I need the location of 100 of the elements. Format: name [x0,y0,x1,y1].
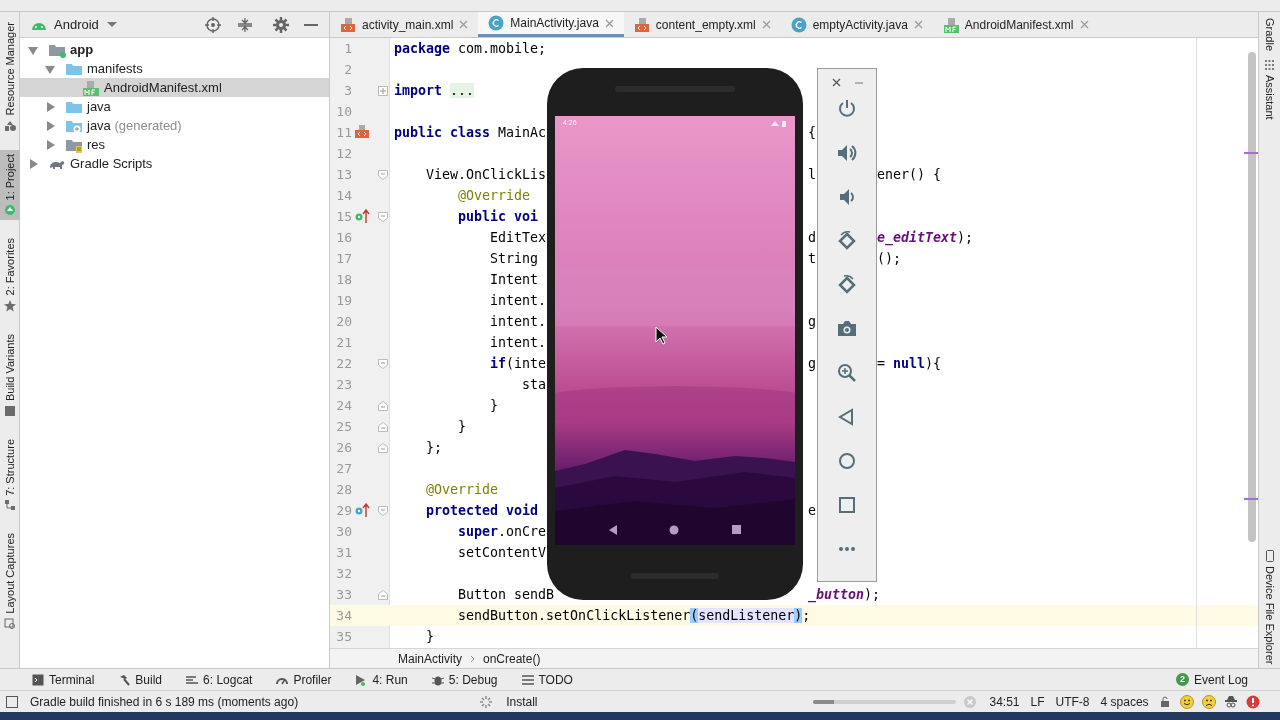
fold-marker-icon[interactable] [378,589,388,600]
tool-window-button[interactable]: 5: Debug [431,670,498,689]
expand-arrow-icon[interactable] [28,44,38,55]
code-text: = null){ [877,354,942,373]
editor-tab[interactable]: AndroidManifest.xml [932,12,1099,37]
line-number: 2 [343,60,352,79]
tree-item[interactable]: AndroidManifest.xml [20,78,329,97]
code-text: } [457,417,467,436]
line-number: 13 [335,165,352,184]
fold-marker-icon[interactable] [378,169,388,180]
collapse-arrow-icon[interactable] [45,139,55,150]
tool-window-tab[interactable]: 7: Structure [0,434,20,516]
sad-face-icon[interactable] [1201,694,1216,709]
code-text: View.OnClickLis [425,165,547,184]
tool-window-button[interactable]: 4: Run [355,670,408,689]
indent-setting[interactable]: 4 spaces [1100,692,1149,711]
fold-marker-icon[interactable] [378,211,388,222]
editor-tab[interactable]: activity_main.xml [330,12,479,37]
close-icon[interactable] [831,78,841,87]
lock-icon[interactable] [1159,695,1170,708]
tool-window-tab[interactable]: Resource Manager [0,18,20,136]
editor-tab[interactable]: emptyActivity.java [780,12,933,37]
line-number: 15 [335,207,352,226]
tree-item[interactable]: Gradle Scripts [20,154,329,173]
line-number: 17 [335,249,352,268]
tree-item[interactable]: java (generated) [20,116,329,135]
settings-icon[interactable] [273,16,289,33]
overrides-arrow-icon[interactable] [354,503,370,518]
tree-item[interactable]: manifests [20,59,329,78]
code-text: intent. [489,333,547,352]
list-icon [521,673,534,686]
power-icon[interactable] [837,99,857,119]
rotate-right-icon[interactable] [837,275,857,295]
tool-window-tab[interactable]: Assistant [1262,55,1277,124]
breadcrumb-item[interactable]: MainActivity [398,649,462,668]
caret-position[interactable]: 34:51 [989,692,1020,711]
chevron-icon [470,654,475,663]
tool-window-button[interactable]: Build [118,670,163,689]
code-text: g [808,312,816,331]
tree-item[interactable]: app [20,40,329,59]
event-log-button[interactable]: 2 Event Log [1175,670,1248,689]
zoom-icon[interactable] [837,363,857,383]
rotate-left-icon[interactable] [837,231,857,251]
expand-arrow-icon[interactable] [45,63,55,74]
overview-icon[interactable] [837,495,857,515]
line-separator[interactable]: LF [1030,692,1045,711]
recents-icon[interactable] [731,525,741,534]
tool-window-tab[interactable]: 1: Project [0,149,20,221]
home-icon[interactable] [837,451,857,471]
tool-window-button[interactable]: TODO [521,670,573,689]
tree-item[interactable]: res [20,135,329,154]
close-icon[interactable] [604,18,614,28]
editor-tab[interactable]: MainActivity.java [478,12,624,37]
manifest-file-icon [942,16,959,33]
code-text: } [425,627,435,646]
tool-window-button[interactable]: Terminal [32,670,95,689]
back-icon[interactable] [609,525,618,535]
layout-file-icon[interactable] [354,125,370,140]
file-encoding[interactable]: UTF-8 [1055,692,1090,711]
fold-marker-icon[interactable] [378,442,388,453]
code-text: public class MainAc [394,123,547,142]
fold-marker-icon[interactable] [378,421,388,432]
panel-toggle-icon[interactable] [6,695,18,708]
tool-window-tab[interactable]: 2: Favorites [0,234,20,316]
camera-icon[interactable] [837,319,857,339]
xml-file-icon [633,16,650,33]
tool-window-button[interactable]: Profiler [276,670,332,689]
smiley-icon[interactable] [1179,694,1194,709]
volume-up-icon[interactable] [837,143,857,163]
error-icon[interactable] [1245,694,1260,709]
line-number: 24 [335,396,352,415]
fold-marker-icon[interactable] [378,358,388,369]
tool-icon [3,499,16,512]
code-text: Button sendB [457,585,555,604]
collapse-arrow-icon[interactable] [28,158,38,169]
fold-marker-icon[interactable] [378,400,388,411]
breadcrumb-item[interactable]: onCreate() [483,649,541,668]
tool-window-tab[interactable]: Layout Captures [0,529,20,635]
fold-marker-icon[interactable] [378,505,388,516]
locate-icon[interactable] [205,16,221,33]
view-dropdown[interactable]: Android [54,14,117,35]
volume-down-icon[interactable] [837,187,857,207]
home-icon[interactable] [669,525,680,535]
line-number: 18 [335,270,352,289]
tool-window-tab[interactable]: Build Variants [0,329,20,421]
collapse-arrow-icon[interactable] [45,101,55,112]
caret-icon [106,22,117,27]
implements-arrow-icon[interactable] [354,209,370,224]
tool-window-button[interactable]: 6: Logcat [186,670,253,689]
scrollbar-thumb[interactable] [1248,52,1256,542]
code-text: setContentV [457,543,547,562]
editor-tab[interactable]: content_empty.xml [623,12,781,37]
play-icon [355,673,368,686]
tool-window-tab[interactable]: Gradle [1262,14,1277,56]
collapse-arrow-icon[interactable] [45,120,55,131]
tool-window-tab[interactable]: Device File Explorer [1262,545,1277,668]
spy-icon[interactable] [1223,694,1238,709]
tree-item[interactable]: java [20,97,329,116]
collapse-icon[interactable] [237,16,253,33]
terminal-icon [32,673,44,686]
